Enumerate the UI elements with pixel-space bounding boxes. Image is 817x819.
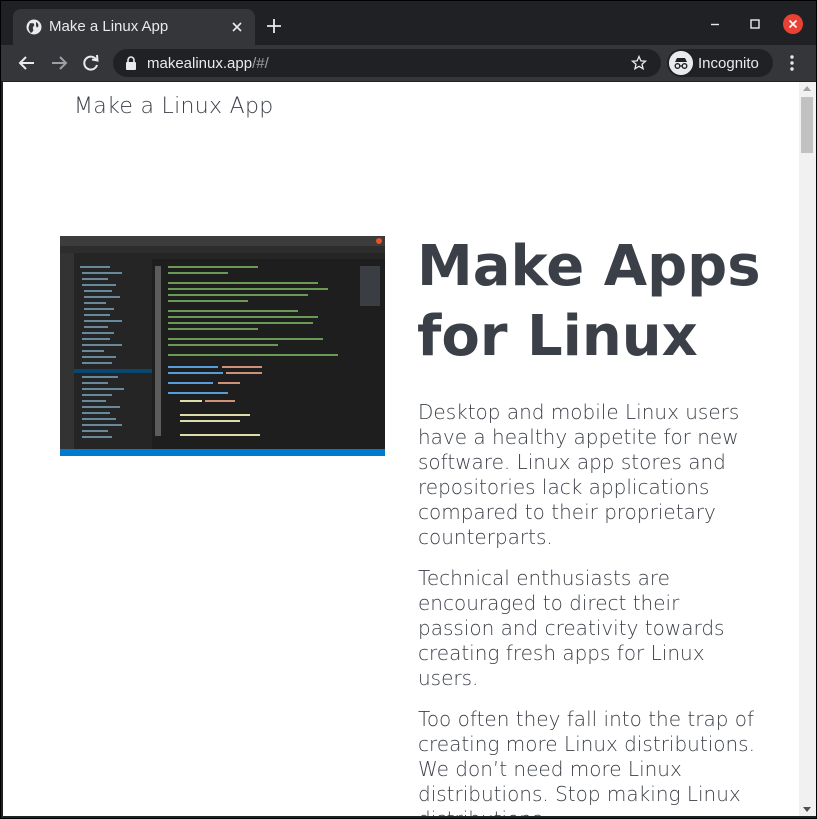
plus-icon[interactable] bbox=[265, 17, 283, 35]
bookmark-star-icon[interactable] bbox=[631, 55, 647, 71]
incognito-icon bbox=[669, 51, 693, 75]
page-scrollbar[interactable] bbox=[799, 82, 816, 816]
browser-toolbar: makealinux.app/#/ Incognito bbox=[1, 45, 816, 81]
url-host: makealinux.app bbox=[147, 55, 253, 72]
maximize-icon[interactable] bbox=[745, 14, 765, 34]
window-close-icon[interactable] bbox=[783, 14, 803, 34]
vscode-screenshot-image bbox=[60, 236, 385, 456]
incognito-indicator[interactable]: Incognito bbox=[667, 49, 773, 77]
scroll-up-arrow-icon[interactable] bbox=[803, 86, 811, 91]
intro-paragraph-1: Desktop and mobile Linux users have a he… bbox=[418, 400, 740, 549]
url-path: /#/ bbox=[252, 55, 269, 72]
scrollbar-thumb[interactable] bbox=[801, 97, 813, 153]
tab-title: Make a Linux App bbox=[49, 18, 169, 35]
browser-tab[interactable]: Make a Linux App bbox=[13, 9, 255, 45]
globe-icon bbox=[26, 19, 42, 35]
minimize-icon[interactable] bbox=[705, 14, 725, 34]
intro-paragraph-3: Too often they fall into the trap of cre… bbox=[418, 707, 755, 816]
scroll-down-arrow-icon[interactable] bbox=[803, 807, 811, 812]
close-icon[interactable] bbox=[229, 19, 245, 35]
hero-heading: Make Apps for Linux bbox=[417, 234, 761, 369]
kebab-menu-icon[interactable] bbox=[785, 53, 799, 73]
address-bar[interactable]: makealinux.app/#/ bbox=[113, 49, 661, 77]
lock-icon[interactable] bbox=[125, 56, 137, 70]
browser-window: Make a Linux App makealinux.app/#/ Incog… bbox=[0, 0, 817, 819]
page-viewport: Make a Linux App Make Apps for Linux Des… bbox=[3, 82, 799, 816]
forward-arrow-icon[interactable] bbox=[49, 53, 69, 73]
tab-strip: Make a Linux App bbox=[1, 1, 816, 45]
url-text[interactable]: makealinux.app/#/ bbox=[147, 55, 269, 72]
incognito-label: Incognito bbox=[698, 55, 759, 72]
reload-icon[interactable] bbox=[81, 53, 101, 73]
back-arrow-icon[interactable] bbox=[17, 53, 37, 73]
site-title[interactable]: Make a Linux App bbox=[74, 94, 273, 119]
intro-paragraph-2: Technical enthusiasts are encouraged to … bbox=[418, 566, 725, 690]
